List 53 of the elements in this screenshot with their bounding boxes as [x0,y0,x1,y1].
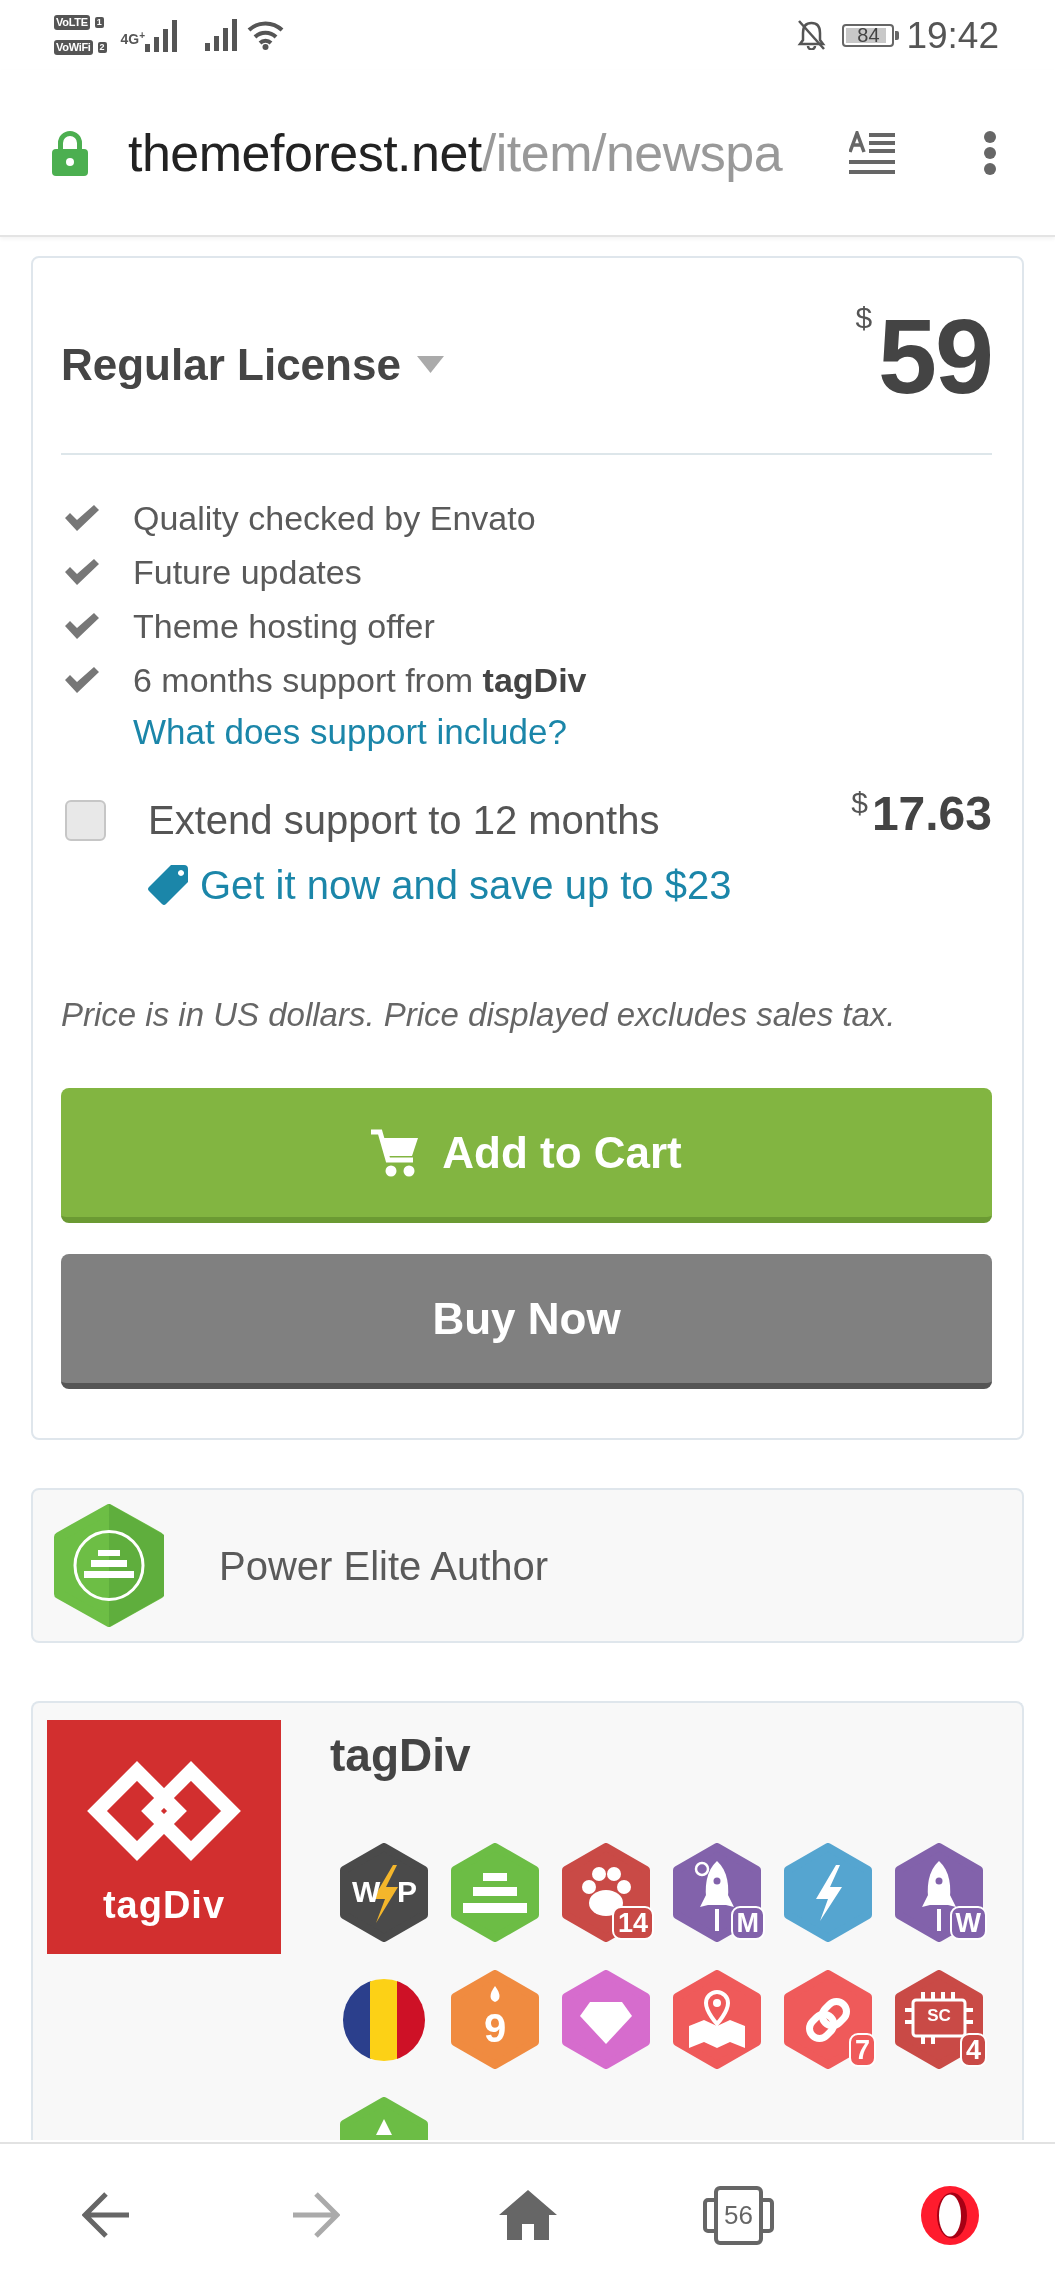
badge-number: M [730,1906,765,1940]
logo-mark-icon [87,1759,241,1863]
clock-time: 19:42 [906,16,999,54]
checkmark-icon [65,559,99,585]
elite-hexagon-icon [54,1504,164,1627]
extend-price-text: $17.63 [851,790,992,838]
checkmark-icon [65,505,99,531]
wifi-icon [247,20,285,50]
sim-slot-label: 1 [94,17,104,28]
buy-now-button[interactable]: Buy Now [61,1254,992,1389]
tag-icon [147,865,188,905]
feature-text: Future updates [133,552,362,593]
badge-number: 9 [482,2008,508,2048]
network-type-label: 4G$^{+}$ [120,31,146,47]
cart-icon [371,1128,419,1177]
bell-off-icon [797,20,827,50]
logo-text: tagDiv [102,1883,226,1927]
badge-letter: P [397,1877,417,1907]
tabs-button[interactable]: 56 [703,2185,774,2245]
checkmark-icon [65,667,99,693]
support-link[interactable]: What does support include? [133,707,567,757]
author-name: tagDiv [330,1728,471,1783]
lock-icon [52,129,88,176]
sim-slot-label: 2 [97,42,107,53]
signal-icon [145,20,178,52]
offer-link[interactable]: Get it now and save up to $23 [147,861,732,909]
network-label: VoWiFi [54,40,93,55]
checkbox[interactable] [65,799,106,841]
url-text[interactable]: themeforest.net/item/newspa [128,120,808,185]
reader-mode-icon[interactable] [849,130,895,175]
home-icon[interactable] [498,2190,557,2240]
license-dropdown[interactable]: Regular License [61,338,444,391]
chip-label: SC [926,2006,952,2026]
badge-number: W [949,1906,987,1940]
price-text: $59 [855,302,992,409]
feature-text: Quality checked by Envato [133,498,536,539]
badge-letter: W [352,1877,381,1907]
back-arrow-icon[interactable] [82,2192,129,2238]
author-level-label: Power Elite Author [219,1542,549,1590]
more-menu-icon[interactable] [984,130,996,175]
extend-support-label: Extend support to 12 months [148,797,660,844]
badge-number: 7 [848,2033,876,2067]
checkmark-icon [65,613,99,639]
add-to-cart-button[interactable]: Add to Cart [61,1088,992,1223]
network-label: VoLTE [54,15,90,30]
signal-icon [205,19,238,51]
feature-text: 6 months support from tagDiv [133,660,587,701]
ring-logo-icon[interactable] [920,2185,979,2245]
price-note: Price is in US dollars. Price displayed excludes sales tax. [61,995,896,1035]
badge-number: 4 [959,2033,987,2067]
badge-number: 14 [611,1906,654,1940]
caret-icon [416,356,444,373]
feature-text: Theme hosting offer [133,606,435,647]
